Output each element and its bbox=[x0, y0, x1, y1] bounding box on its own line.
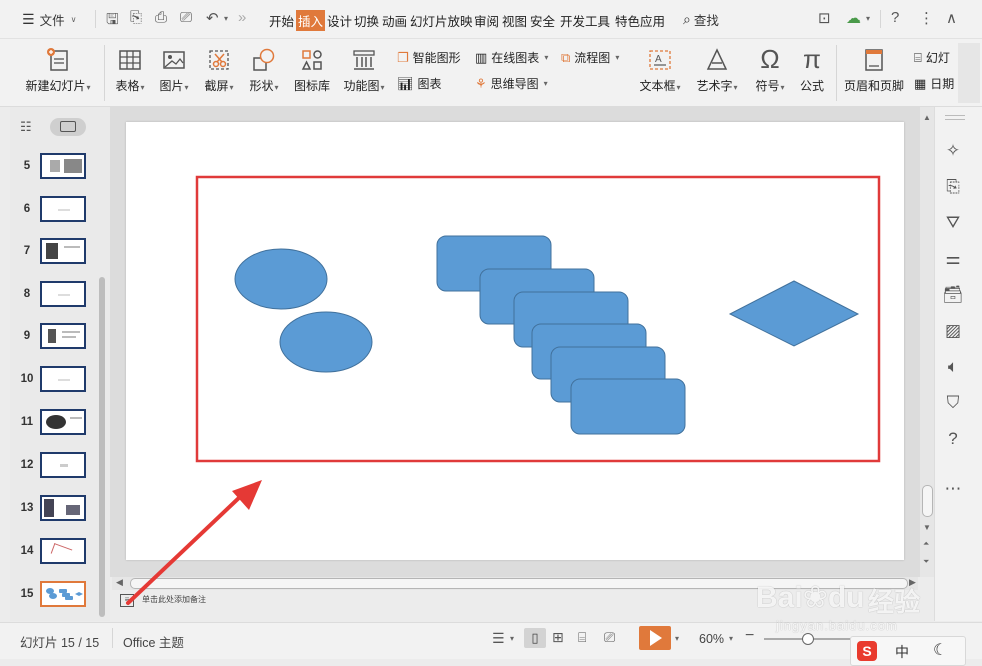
baidu-watermark: Bai❀du 经验 jingyan.baidu.com bbox=[756, 580, 976, 640]
watermark-brand: Bai❀du bbox=[756, 581, 865, 614]
watermark-url: jingyan.baidu.com bbox=[776, 618, 898, 633]
annotation-arrow bbox=[126, 480, 262, 605]
paw-icon: ❀ bbox=[802, 581, 828, 614]
watermark-cn: 经验 bbox=[868, 587, 921, 617]
